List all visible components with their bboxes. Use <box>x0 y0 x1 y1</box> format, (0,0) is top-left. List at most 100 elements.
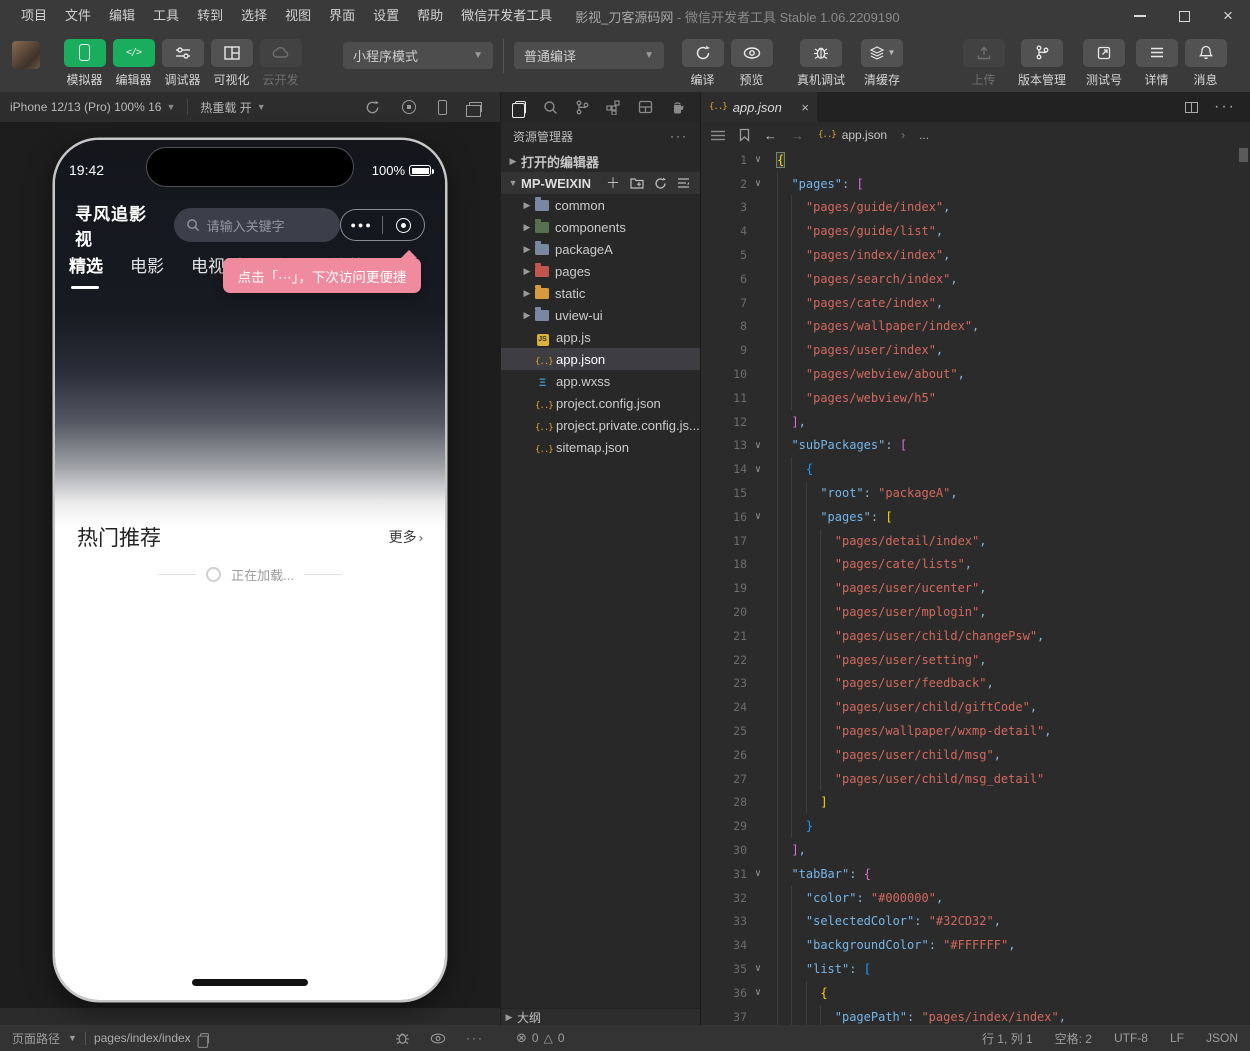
capsule-menu[interactable]: ●●● <box>340 209 425 241</box>
fold-chevron-icon[interactable]: ∨ <box>747 868 769 879</box>
code-line[interactable]: 6"pages/search/index", <box>701 267 1250 291</box>
menu-item[interactable]: 工具 <box>144 0 188 32</box>
mock-icon[interactable] <box>670 101 686 114</box>
tree-item[interactable]: ▶static <box>501 282 700 304</box>
search-input[interactable]: 请输入关键字 <box>174 208 341 242</box>
menu-item[interactable]: 视图 <box>276 0 320 32</box>
cursor-position[interactable]: 行 1, 列 1 <box>982 1030 1033 1047</box>
more-actions-icon[interactable]: ··· <box>670 129 688 143</box>
simulator-toggle-button[interactable]: 模拟器 <box>60 39 109 88</box>
more-dots-icon[interactable]: ●●● <box>341 220 382 230</box>
menu-item[interactable]: 设置 <box>364 0 408 32</box>
tree-item[interactable]: ▶uview-ui <box>501 304 700 326</box>
code-line[interactable]: 7"pages/cate/index", <box>701 291 1250 315</box>
git-icon[interactable] <box>575 100 589 115</box>
code-line[interactable]: 12], <box>701 410 1250 434</box>
project-root-item[interactable]: ▼ MP-WEIXIN ＋ <box>501 172 700 194</box>
code-line[interactable]: 14∨{ <box>701 457 1250 481</box>
code-line[interactable]: 8"pages/wallpaper/index", <box>701 315 1250 339</box>
code-line[interactable]: 29} <box>701 814 1250 838</box>
copy-icon[interactable] <box>200 1033 209 1043</box>
breadcrumb-file[interactable]: app.json <box>842 128 887 142</box>
menu-item[interactable]: 界面 <box>320 0 364 32</box>
fold-chevron-icon[interactable]: ∨ <box>747 178 769 189</box>
outline-section[interactable]: ▶ 大纲 <box>500 1008 700 1025</box>
fold-chevron-icon[interactable]: ∨ <box>747 154 769 165</box>
code-line[interactable]: 22"pages/user/setting", <box>701 648 1250 672</box>
code-line[interactable]: 16∨"pages": [ <box>701 505 1250 529</box>
tree-item[interactable]: {..}sitemap.json <box>501 436 700 458</box>
new-file-icon[interactable]: ＋ <box>606 173 620 193</box>
new-folder-icon[interactable] <box>630 177 644 189</box>
language-mode[interactable]: JSON <box>1206 1031 1238 1045</box>
code-line[interactable]: 36∨{ <box>701 981 1250 1005</box>
code-editor[interactable]: 1∨{2∨"pages": [3"pages/guide/index",4"pa… <box>700 148 1250 1025</box>
encoding[interactable]: UTF-8 <box>1114 1031 1148 1045</box>
code-line[interactable]: 37"pagePath": "pages/index/index", <box>701 1005 1250 1025</box>
outline-list-icon[interactable] <box>711 130 725 141</box>
phone-tab[interactable]: 精选 <box>69 252 103 289</box>
fold-chevron-icon[interactable]: ∨ <box>747 464 769 475</box>
avatar[interactable] <box>12 41 40 69</box>
collapse-all-icon[interactable] <box>677 177 690 189</box>
files-icon[interactable] <box>515 101 526 114</box>
code-line[interactable]: 34"backgroundColor": "#FFFFFF", <box>701 933 1250 957</box>
close-tab-icon[interactable]: × <box>801 100 809 115</box>
refresh-icon[interactable] <box>654 177 667 190</box>
tab-app-json[interactable]: {..} app.json × <box>701 92 817 122</box>
minimize-button[interactable] <box>1118 0 1162 32</box>
preview-button[interactable]: 预览 <box>727 39 776 88</box>
extensions-icon[interactable] <box>606 100 621 115</box>
details-button[interactable]: 详情 <box>1132 39 1181 88</box>
storage-icon[interactable] <box>638 100 653 114</box>
indent-setting[interactable]: 空格: 2 <box>1055 1030 1092 1047</box>
code-line[interactable]: 35∨"list": [ <box>701 957 1250 981</box>
menu-item[interactable]: 编辑 <box>100 0 144 32</box>
eye-icon[interactable] <box>430 1033 446 1044</box>
close-button[interactable]: × <box>1206 0 1250 32</box>
editor-toggle-button[interactable]: </> 编辑器 <box>109 39 158 88</box>
page-path-label[interactable]: 页面路径 <box>12 1030 60 1047</box>
breadcrumb-more[interactable]: ... <box>919 128 929 142</box>
bookmark-icon[interactable] <box>739 128 750 142</box>
search-icon[interactable] <box>543 100 558 115</box>
tree-item[interactable]: ▶components <box>501 216 700 238</box>
tree-item[interactable]: Ξapp.wxss <box>501 370 700 392</box>
code-line[interactable]: 30], <box>701 838 1250 862</box>
code-line[interactable]: 25"pages/wallpaper/wxmp-detail", <box>701 719 1250 743</box>
page-path-value[interactable]: pages/index/index <box>94 1031 191 1045</box>
code-line[interactable]: 5"pages/index/index", <box>701 243 1250 267</box>
menu-item[interactable]: 选择 <box>232 0 276 32</box>
device-frame-icon[interactable] <box>438 100 447 115</box>
menu-item[interactable]: 文件 <box>56 0 100 32</box>
editor-scrollbar[interactable] <box>1239 148 1248 162</box>
mode-select[interactable]: 小程序模式▼ <box>343 42 493 69</box>
phone-tab[interactable]: 电影 <box>130 252 164 289</box>
code-line[interactable]: 1∨{ <box>701 148 1250 172</box>
device-debug-button[interactable]: 真机调试 <box>790 39 852 88</box>
compile-button[interactable]: 编译 <box>678 39 727 88</box>
menu-item[interactable]: 项目 <box>12 0 56 32</box>
device-select[interactable]: iPhone 12/13 (Pro) 100% 16▼ <box>10 100 175 114</box>
code-line[interactable]: 33"selectedColor": "#32CD32", <box>701 910 1250 934</box>
tree-item[interactable]: ▶pages <box>501 260 700 282</box>
code-line[interactable]: 17"pages/detail/index", <box>701 529 1250 553</box>
menu-item[interactable]: 帮助 <box>408 0 452 32</box>
more-link[interactable]: 更多› <box>389 527 423 547</box>
code-line[interactable]: 32"color": "#000000", <box>701 886 1250 910</box>
rotate-icon[interactable] <box>365 100 380 115</box>
messages-button[interactable]: 消息 <box>1181 39 1230 88</box>
code-line[interactable]: 20"pages/user/mplogin", <box>701 600 1250 624</box>
upload-button[interactable]: 上传 <box>959 39 1008 88</box>
tree-item[interactable]: {..}app.json <box>501 348 700 370</box>
menu-item[interactable]: 转到 <box>188 0 232 32</box>
code-line[interactable]: 15"root": "packageA", <box>701 481 1250 505</box>
debugger-toggle-button[interactable]: 调试器 <box>158 39 207 88</box>
tree-item[interactable]: {..}project.private.config.js... <box>501 414 700 436</box>
split-editor-icon[interactable] <box>1185 102 1198 113</box>
eol[interactable]: LF <box>1170 1031 1184 1045</box>
multi-window-icon[interactable] <box>469 102 482 112</box>
tree-item[interactable]: {..}project.config.json <box>501 392 700 414</box>
code-line[interactable]: 21"pages/user/child/changePsw", <box>701 624 1250 648</box>
hot-reload-select[interactable]: 热重载 开▼ <box>200 99 265 116</box>
